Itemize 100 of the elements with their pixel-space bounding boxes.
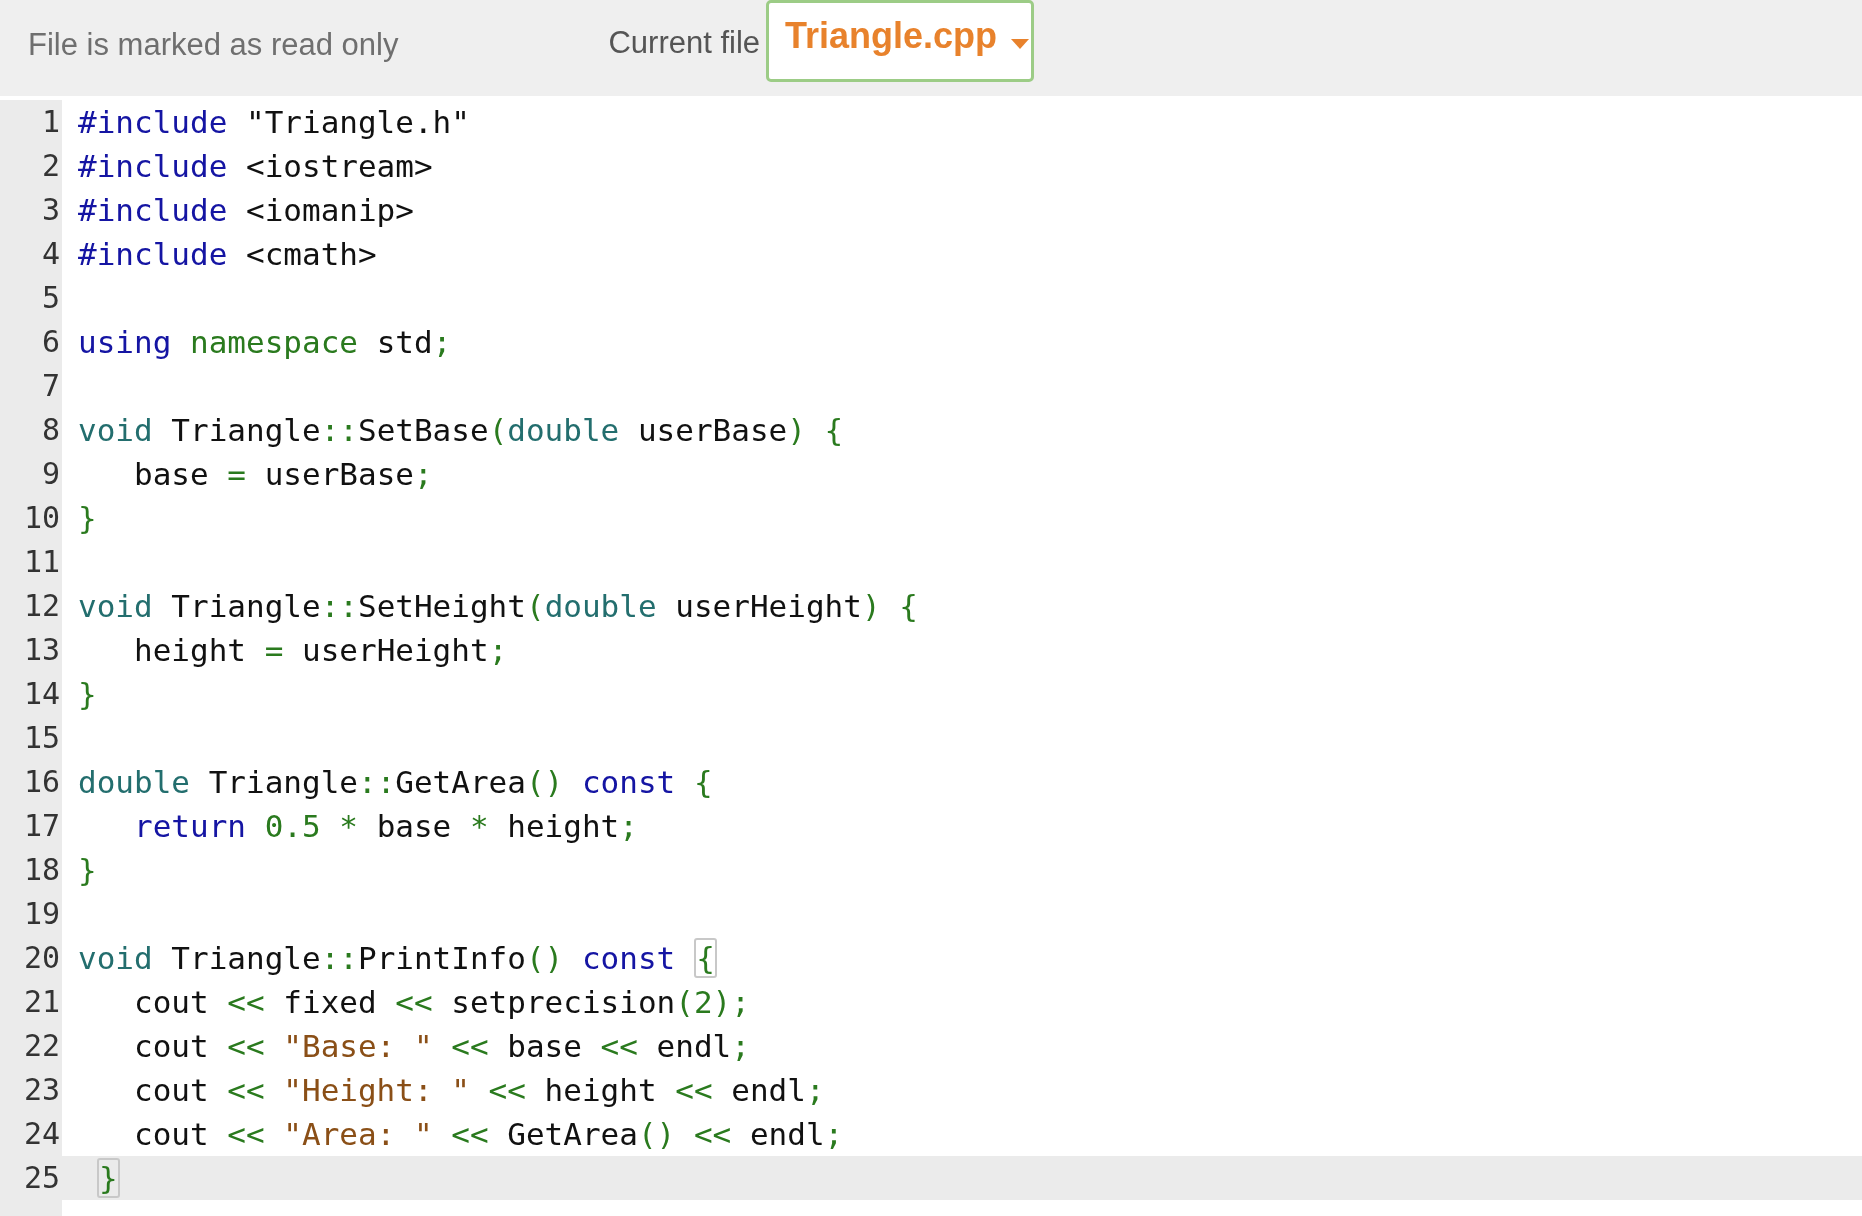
code-token: base — [375, 808, 453, 844]
matched-bracket: } — [97, 1158, 120, 1198]
code-token: } — [78, 676, 97, 712]
code-token: <iomanip> — [244, 192, 414, 228]
line-number: 1 — [0, 100, 62, 144]
code-token: cout — [133, 1028, 210, 1064]
line-number: 19 — [0, 892, 62, 936]
code-token: << — [227, 1116, 265, 1152]
code-token: height — [543, 1072, 658, 1108]
code-token: * — [469, 808, 489, 844]
code-token: setprecision — [450, 984, 676, 1020]
line-number: 13 — [0, 628, 62, 672]
code-token: } — [78, 500, 97, 536]
code-token: "Base: " — [282, 1028, 433, 1064]
code-token: base — [506, 1028, 583, 1064]
code-token: ); — [712, 984, 750, 1020]
line-number: 20 — [0, 936, 62, 980]
code-token: std — [375, 324, 433, 360]
code-token: userBase — [263, 456, 414, 492]
code-token: userBase — [636, 412, 788, 448]
code-token: { — [692, 764, 713, 800]
code-token: PrintInfo — [357, 940, 526, 976]
line-number: 10 — [0, 496, 62, 540]
code-token: << — [227, 984, 265, 1020]
code-token: namespace — [189, 324, 358, 360]
code-token: << — [487, 1072, 526, 1108]
code-token: () — [525, 764, 564, 800]
code-token: fixed — [282, 984, 378, 1020]
line-number: 22 — [0, 1024, 62, 1068]
code-token: ; — [805, 1072, 825, 1108]
code-token: ; — [488, 632, 508, 668]
line-number: 18 — [0, 848, 62, 892]
code-token: endl — [730, 1072, 806, 1108]
code-token: height — [133, 632, 247, 668]
code-token: ; — [731, 1028, 750, 1064]
code-token: "Area: " — [282, 1116, 433, 1152]
code-token: cout — [133, 1072, 210, 1108]
line-number: 3 — [0, 188, 62, 232]
code-token: ; — [432, 324, 452, 360]
code-token: () — [525, 940, 564, 976]
line-number: 2 — [0, 144, 62, 188]
code-token: } — [78, 852, 97, 888]
code-token: :: — [320, 412, 358, 448]
code-token: SetHeight — [357, 588, 526, 624]
read-only-notice: File is marked as read only — [28, 26, 399, 64]
code-token: #include — [78, 236, 228, 272]
line-number: 24 — [0, 1112, 62, 1156]
code-token: #include — [78, 148, 228, 184]
file-label: Current file — [608, 24, 761, 62]
caret-icon — [1011, 39, 1030, 49]
line-number: 16 — [0, 760, 62, 804]
code-token: << — [227, 1072, 265, 1108]
code-token: endl — [748, 1116, 825, 1152]
code-token: ( — [525, 588, 545, 624]
code-token: << — [450, 1028, 489, 1064]
line-number: 8 — [0, 408, 62, 452]
line-number: 23 — [0, 1068, 62, 1112]
line-number: 14 — [0, 672, 62, 716]
code-token: GetArea — [395, 764, 526, 800]
code-token: SetBase — [357, 412, 489, 448]
code-token: #include — [78, 104, 228, 140]
line-number: 4 — [0, 232, 62, 276]
line-number: 7 — [0, 364, 62, 408]
code-token: const — [580, 940, 676, 976]
code-token: :: — [357, 764, 396, 800]
code-token: { — [898, 588, 918, 624]
code-token: ; — [413, 456, 433, 492]
code-token: userHeight — [674, 588, 862, 624]
line-number: 11 — [0, 540, 62, 584]
code-token: base — [133, 456, 210, 492]
code-token: void — [78, 412, 153, 448]
code-token: ) — [861, 588, 881, 624]
code-token: void — [78, 588, 153, 624]
code-token: #include — [78, 192, 228, 228]
code-token: const — [580, 764, 676, 800]
code-token: 0.5 — [263, 808, 321, 844]
code-token: ; — [824, 1116, 844, 1152]
file-select[interactable]: Triangle.cpp — [766, 0, 1035, 82]
code-token: << — [450, 1116, 489, 1152]
code-token: Triangle — [170, 412, 321, 448]
line-number: 6 — [0, 320, 62, 364]
code-token: ( — [488, 412, 508, 448]
code-token: ( — [675, 984, 694, 1020]
code-token: <iostream> — [244, 148, 433, 184]
code-token: 2 — [693, 984, 713, 1020]
code-token: = — [227, 456, 246, 492]
code-token: :: — [320, 940, 358, 976]
code-token: cout — [133, 1116, 210, 1152]
code-token: void — [78, 940, 153, 976]
code-token: ) — [787, 412, 806, 448]
line-number: 21 — [0, 980, 62, 1024]
line-number: 5 — [0, 276, 62, 320]
line-number: 17 — [0, 804, 62, 848]
code-token: Triangle — [170, 588, 321, 624]
code-token: << — [692, 1116, 732, 1152]
code-token: "Triangle.h" — [244, 104, 470, 140]
code-token: Triangle — [170, 940, 321, 976]
code-token: :: — [320, 588, 358, 624]
code-token: = — [264, 632, 284, 668]
code-token: using — [78, 324, 172, 360]
